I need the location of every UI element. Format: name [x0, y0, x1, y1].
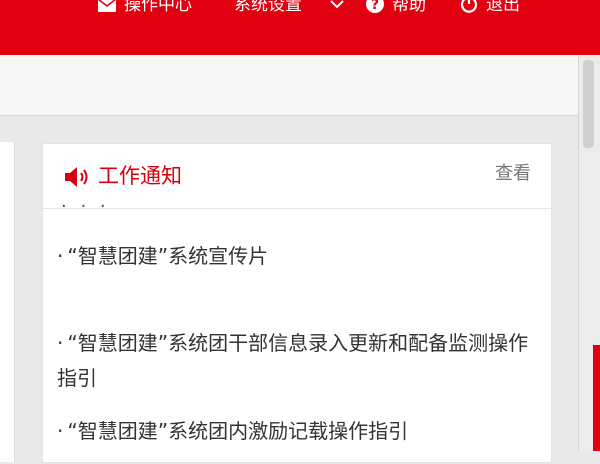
notice-item[interactable]: · “智慧团建”系统团干部信息录入更新和配备监测操作指引: [57, 326, 537, 396]
nav-help-label: 帮助: [392, 0, 426, 15]
top-header: 操作中心 系统设置 ? 帮助 退出: [0, 0, 600, 55]
work-notice-card: 工作通知 查看 · · · · “智慧团建”系统宣传片 · “智慧团建”系统团干部信…: [42, 143, 552, 463]
nav-ops-center-label: 操作中心: [124, 0, 192, 15]
notice-text: “智慧团建”系统团干部信息录入更新和配备监测操作指引: [57, 331, 529, 390]
nav-settings[interactable]: 系统设置: [234, 0, 346, 20]
sub-header-strip: [0, 55, 578, 116]
notice-bullet: ·: [57, 244, 64, 268]
notice-item[interactable]: · “智慧团建”系统宣传片: [57, 239, 537, 274]
nav-help[interactable]: ? 帮助: [366, 0, 438, 20]
top-nav: 操作中心 系统设置 ? 帮助 退出: [0, 0, 600, 20]
notice-text: “智慧团建”系统团内激励记载操作指引: [67, 419, 409, 443]
chevron-down-icon: [330, 0, 344, 9]
scrollbar-thumb[interactable]: [583, 60, 594, 148]
notice-bullet: ·: [57, 419, 64, 443]
svg-text:?: ?: [371, 0, 379, 13]
card-header: 工作通知 查看: [43, 144, 551, 209]
nav-logout-label: 退出: [486, 0, 520, 15]
speaker-icon: [65, 167, 88, 187]
notice-text: “智慧团建”系统宣传片: [67, 244, 269, 268]
nav-settings-label: 系统设置: [234, 0, 302, 15]
power-icon: [460, 0, 478, 13]
envelope-icon: [98, 0, 116, 12]
notice-item[interactable]: · “智慧团建”系统团内激励记载操作指引: [57, 414, 537, 449]
card-title: 工作通知: [98, 164, 182, 188]
nav-ops-center[interactable]: 操作中心: [98, 0, 210, 20]
view-link[interactable]: 查看: [495, 161, 531, 187]
left-content-panel: [0, 142, 15, 462]
notice-list: · “智慧团建”系统宣传片 · “智慧团建”系统团干部信息录入更新和配备监测操作指引…: [43, 209, 551, 464]
notice-bullet: ·: [57, 331, 64, 355]
side-accent-strip: [593, 345, 600, 451]
nav-logout[interactable]: 退出: [460, 0, 536, 20]
question-circle-icon: ?: [366, 0, 384, 13]
